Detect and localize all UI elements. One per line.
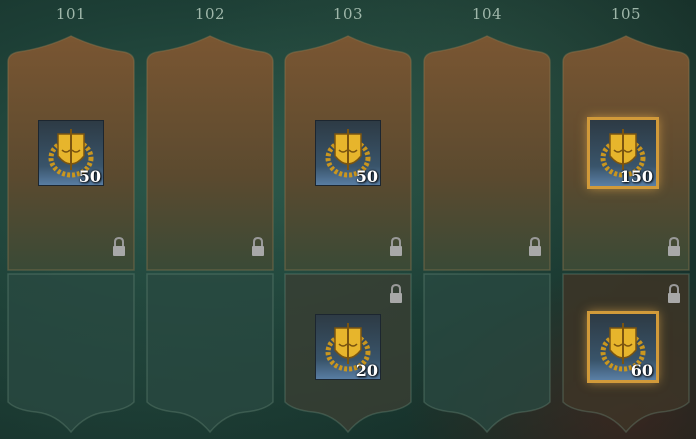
padlock-icon xyxy=(529,237,541,256)
premium-reward-slot[interactable] xyxy=(422,34,552,272)
reward-icon-tile[interactable]: 50 xyxy=(38,120,104,186)
level-column-105: 105 150 60 xyxy=(561,0,691,439)
reward-icon-tile[interactable]: 50 xyxy=(315,120,381,186)
reward-quantity: 50 xyxy=(78,167,101,186)
free-reward-slot[interactable] xyxy=(6,272,136,434)
premium-reward-slot[interactable] xyxy=(145,34,275,272)
reward-quantity: 60 xyxy=(630,361,653,380)
padlock-icon xyxy=(252,237,264,256)
reward-icon-tile[interactable]: 150 xyxy=(590,120,656,186)
padlock-icon xyxy=(668,237,680,256)
reward-quantity: 150 xyxy=(619,167,653,186)
premium-reward-slot[interactable]: 150 xyxy=(561,34,691,272)
free-reward-slot[interactable]: 60 xyxy=(561,272,691,434)
padlock-icon xyxy=(390,237,402,256)
level-number: 101 xyxy=(55,5,87,23)
padlock-icon xyxy=(113,237,125,256)
premium-reward-slot[interactable]: 50 xyxy=(283,34,413,272)
reward-quantity: 50 xyxy=(355,167,378,186)
level-column-104: 104 xyxy=(422,0,552,439)
reward-quantity: 20 xyxy=(355,361,378,380)
level-column-102: 102 xyxy=(145,0,275,439)
level-column-103: 103 50 20 xyxy=(283,0,413,439)
level-number: 102 xyxy=(194,5,226,23)
card-frame xyxy=(146,273,274,434)
card-frame xyxy=(7,273,135,434)
free-reward-slot[interactable] xyxy=(145,272,275,434)
free-reward-slot[interactable]: 20 xyxy=(283,272,413,434)
level-number: 103 xyxy=(332,5,364,23)
reward-icon-tile[interactable]: 20 xyxy=(315,314,381,380)
level-number: 104 xyxy=(471,5,503,23)
premium-reward-slot[interactable]: 50 xyxy=(6,34,136,272)
level-column-101: 101 50 xyxy=(6,0,136,439)
card-frame xyxy=(423,273,551,434)
reward-icon-tile[interactable]: 60 xyxy=(590,314,656,380)
free-reward-slot[interactable] xyxy=(422,272,552,434)
padlock-icon xyxy=(668,284,680,303)
padlock-icon xyxy=(390,284,402,303)
level-number: 105 xyxy=(610,5,642,23)
